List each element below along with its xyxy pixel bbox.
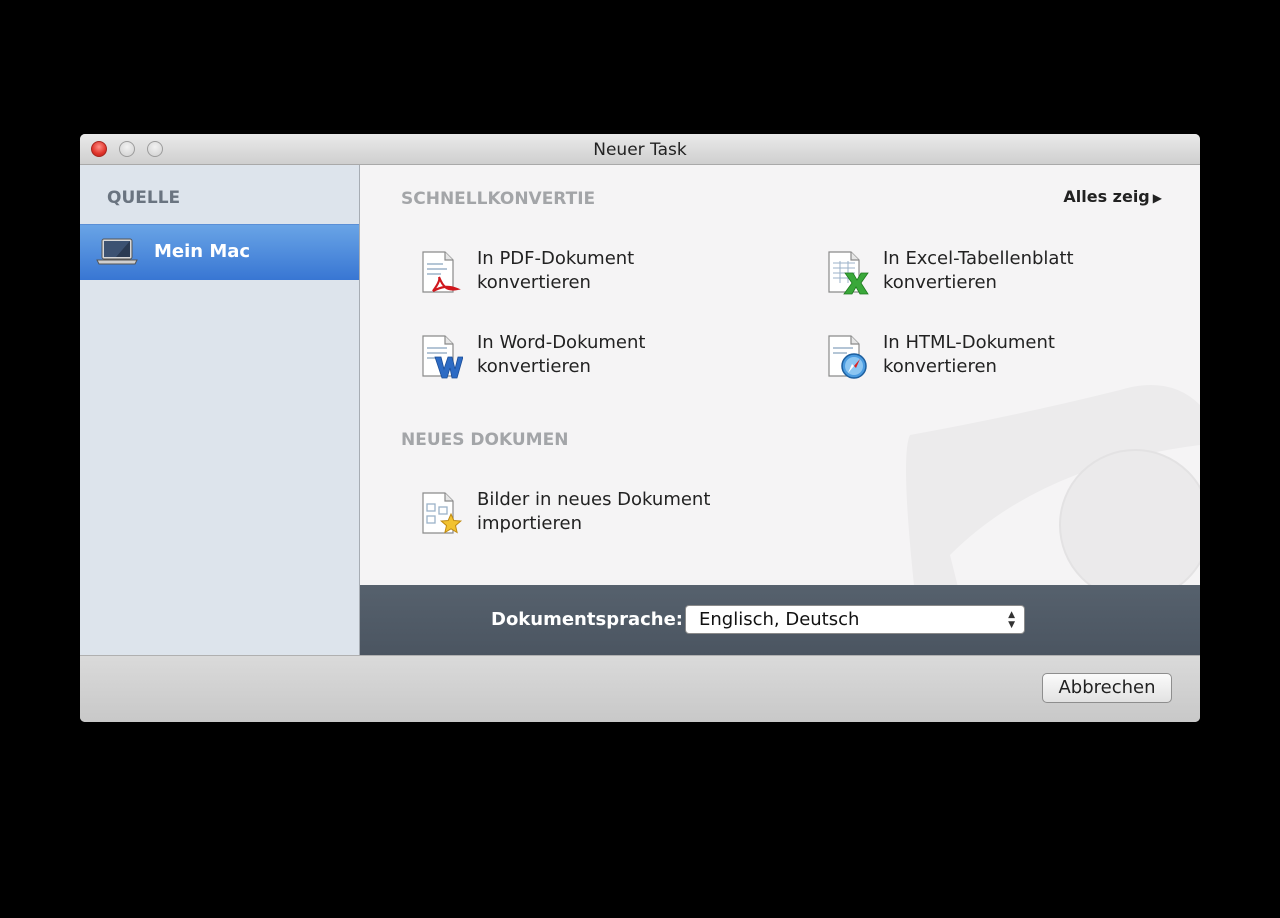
task-label: In PDF-Dokument konvertieren bbox=[477, 247, 634, 295]
document-language-label: Dokumentsprache: bbox=[491, 609, 683, 630]
task-label: In Excel-Tabellenblatt konvertieren bbox=[883, 247, 1074, 295]
task-convert-excel[interactable]: In Excel-Tabellenblatt konvertieren bbox=[823, 247, 1163, 299]
watermark-eye-logo bbox=[906, 385, 1200, 585]
task-label-line2: konvertieren bbox=[477, 356, 591, 377]
excel-document-icon bbox=[828, 251, 869, 295]
document-language-bar: Dokumentsprache: Englisch, Deutsch ▲ ▼ bbox=[360, 585, 1200, 655]
task-convert-html[interactable]: In HTML-Dokument konvertieren bbox=[823, 331, 1163, 383]
right-arrow-icon: ▶ bbox=[1152, 191, 1162, 205]
window-title: Neuer Task bbox=[593, 140, 687, 160]
pdf-document-icon bbox=[422, 251, 461, 293]
word-document-icon bbox=[422, 335, 463, 379]
laptop-icon bbox=[96, 238, 138, 265]
task-label-line2: konvertieren bbox=[477, 272, 591, 293]
html-document-icon bbox=[828, 335, 867, 379]
task-label: In Word-Dokument konvertieren bbox=[477, 331, 645, 379]
task-label-line1: In Word-Dokument bbox=[477, 332, 646, 353]
task-convert-word[interactable]: In Word-Dokument konvertieren bbox=[417, 331, 757, 383]
document-language-select[interactable]: Englisch, Deutsch ▲ ▼ bbox=[685, 605, 1025, 634]
sidebar-header: QUELLE bbox=[107, 188, 181, 208]
task-label-line1: In PDF-Dokument bbox=[477, 248, 635, 269]
dialog-footer: Abbrechen bbox=[80, 655, 1200, 722]
sidebar-item-label: Mein Mac bbox=[154, 241, 251, 262]
task-label-line2: konvertieren bbox=[883, 272, 997, 293]
quick-convert-header: SCHNELLKONVERTIE bbox=[401, 189, 596, 209]
show-all-link[interactable]: Alles zeig ▶ bbox=[1063, 187, 1162, 206]
task-label-line2: importieren bbox=[477, 513, 582, 534]
title-bar[interactable]: Neuer Task bbox=[80, 134, 1200, 165]
show-all-label: Alles zeig bbox=[1063, 187, 1150, 206]
new-task-window: Neuer Task QUELLE Mein Mac SCHNELLKONVER… bbox=[80, 134, 1200, 722]
sidebar-item-mein-mac[interactable]: Mein Mac bbox=[80, 224, 359, 280]
task-label-line1: Bilder in neues Dokument bbox=[477, 489, 711, 510]
updown-chevron-icon: ▲ ▼ bbox=[1008, 610, 1015, 630]
task-import-images[interactable]: Bilder in neues Dokument importieren bbox=[417, 488, 757, 540]
task-convert-pdf[interactable]: In PDF-Dokument konvertieren bbox=[417, 247, 757, 299]
new-document-header: NEUES DOKUMEN bbox=[401, 430, 569, 450]
document-language-value: Englisch, Deutsch bbox=[699, 609, 860, 630]
cancel-button[interactable]: Abbrechen bbox=[1042, 673, 1172, 703]
task-label-line2: konvertieren bbox=[883, 356, 997, 377]
task-label: Bilder in neues Dokument importieren bbox=[477, 488, 710, 536]
task-label-line1: In Excel-Tabellenblatt bbox=[883, 248, 1074, 269]
task-label-line1: In HTML-Dokument bbox=[883, 332, 1055, 353]
import-images-icon bbox=[422, 492, 463, 534]
source-sidebar: QUELLE Mein Mac bbox=[80, 165, 360, 655]
task-label: In HTML-Dokument konvertieren bbox=[883, 331, 1055, 379]
task-content: SCHNELLKONVERTIE Alles zeig ▶ In PDF-Doku… bbox=[360, 165, 1200, 585]
